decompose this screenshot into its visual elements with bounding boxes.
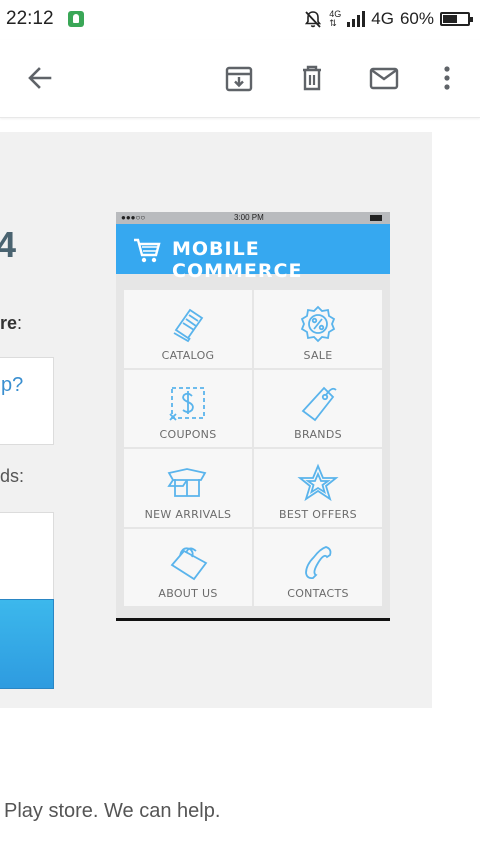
- tile-label: CATALOG: [161, 348, 215, 362]
- phone-icon: [305, 545, 332, 579]
- tile-sale: SALE: [254, 290, 382, 368]
- signal-icon: [347, 11, 366, 27]
- battery-icon: [440, 12, 473, 26]
- tile-brands: BRANDS: [254, 369, 382, 447]
- status-time: 22:12: [6, 8, 54, 29]
- input-box[interactable]: [0, 512, 54, 600]
- tile-label: CONTACTS: [287, 587, 349, 600]
- more-vert-icon: [444, 66, 450, 90]
- shopping-bag-icon: [170, 546, 208, 580]
- tile-label: NEW ARRIVALS: [144, 507, 232, 521]
- more-options-button[interactable]: [429, 60, 465, 96]
- tile-label: BEST OFFERS: [279, 507, 357, 521]
- phone-battery-icon: [370, 215, 382, 221]
- app-toolbar: [0, 40, 480, 118]
- network-type-small: 4G ⇅: [329, 9, 342, 28]
- question-box[interactable]: p?: [0, 357, 54, 445]
- star-icon: [297, 463, 339, 502]
- label-fragment-1: re:: [0, 313, 23, 333]
- question-link[interactable]: p?: [1, 374, 23, 397]
- coupon-icon: [169, 386, 205, 421]
- mail-icon: [369, 67, 399, 90]
- mute-bell-icon: [305, 11, 322, 28]
- status-icons: 4G ⇅ 4G 60%: [303, 6, 473, 32]
- mark-unread-button[interactable]: [366, 60, 402, 96]
- heading-fragment: 4: [0, 224, 17, 265]
- box-icon: [167, 468, 207, 497]
- phone-mockup-image: ●●●○○ 3:00 PM MOBILE COMMERCE CATALOG SA…: [116, 212, 390, 621]
- network-type: 4G: [371, 9, 394, 28]
- tile-about-us: ABOUT US: [124, 528, 252, 606]
- battery-percent: 60%: [399, 9, 434, 28]
- delete-icon: [303, 65, 321, 91]
- tile-label: ABOUT US: [158, 587, 218, 600]
- delete-button[interactable]: [294, 60, 330, 96]
- footer-help-text: Play store. We can help.: [4, 800, 221, 822]
- tile-label: BRANDS: [294, 428, 342, 441]
- tile-coupons: COUPONS: [124, 369, 252, 447]
- archive-button[interactable]: [221, 60, 257, 96]
- phone-status-time: 3:00 PM: [234, 213, 264, 222]
- status-bar: 22:12 4G ⇅ 4G 60%: [0, 0, 480, 40]
- catalog-icon: [173, 308, 204, 343]
- tile-label: SALE: [303, 348, 333, 362]
- tile-best-offers: BEST OFFERS: [254, 449, 382, 527]
- sale-badge-icon: [300, 305, 336, 343]
- tile-label: COUPONS: [159, 428, 217, 441]
- back-arrow-icon: [28, 67, 52, 89]
- notification-icon: [68, 11, 84, 27]
- tag-icon: [301, 386, 337, 421]
- label-fragment-2: ds:: [0, 466, 25, 486]
- phone-app-title: MOBILE COMMERCE: [172, 238, 303, 282]
- tile-new-arrivals: NEW ARRIVALS: [124, 449, 252, 527]
- action-button[interactable]: [0, 599, 54, 689]
- phone-menu-grid: CATALOG SALE COUPONS BRANDS NEW ARRIVALS…: [124, 290, 382, 606]
- back-button[interactable]: [22, 60, 58, 96]
- phone-signal-dots: ●●●○○: [121, 213, 146, 222]
- tile-contacts: CONTACTS: [254, 528, 382, 606]
- archive-icon: [225, 66, 253, 92]
- phone-app-header: MOBILE COMMERCE: [116, 224, 390, 282]
- phone-status-bar: ●●●○○ 3:00 PM: [116, 212, 390, 224]
- tile-catalog: CATALOG: [124, 290, 252, 368]
- shopping-cart-icon: [134, 238, 161, 263]
